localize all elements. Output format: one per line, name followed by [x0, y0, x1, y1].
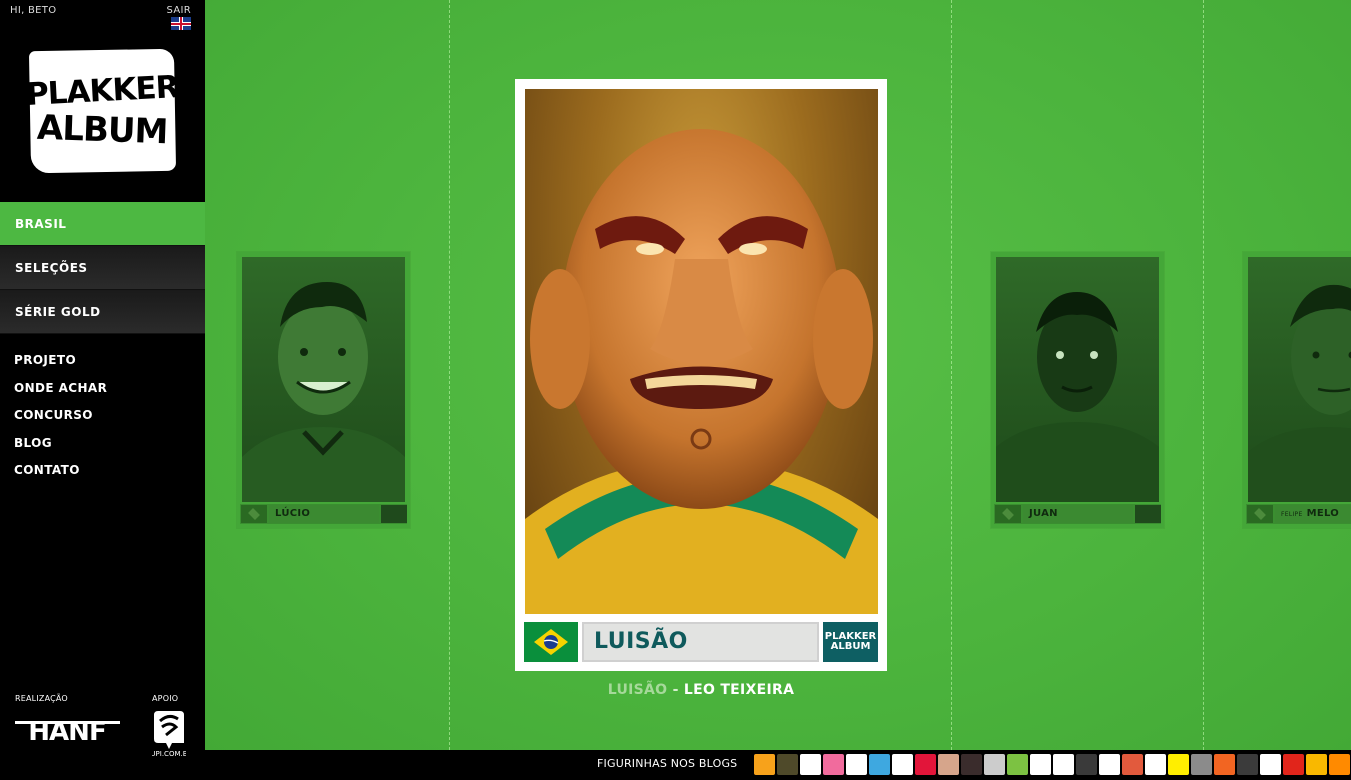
secondary-menu: PROJETO ONDE ACHAR CONCURSO BLOG CONTATO	[14, 353, 107, 491]
english-flag-icon[interactable]	[171, 17, 191, 30]
page-divider	[449, 0, 450, 750]
blog-link-icon[interactable]	[1145, 754, 1166, 775]
apoio-label: APOIO	[152, 694, 179, 703]
blog-link-icon[interactable]	[1122, 754, 1143, 775]
blogs-label: FIGURINHAS NOS BLOGS	[597, 757, 738, 770]
menu-link-blog[interactable]: BLOG	[14, 436, 107, 464]
plakker-album-logo[interactable]: PLAKKER ALBUM	[25, 48, 180, 174]
menu-link-concurso[interactable]: CONCURSO	[14, 408, 107, 436]
plakker-card-logo: PLAKKER ALBUM	[823, 622, 878, 662]
menu-item-serie-gold[interactable]: SÉRIE GOLD	[0, 290, 205, 334]
featured-caption: LUISÃO - LEO TEIXEIRA	[515, 682, 887, 698]
sticker-portrait	[1248, 257, 1351, 502]
svg-text:HANF: HANF	[28, 717, 105, 743]
sticker-name: LÚCIO	[269, 505, 379, 523]
sticker-prefix: FELIPE	[1281, 511, 1303, 518]
album-stage: LÚCIO LUISÃO PLAKKER ALBUM LUISÃO - LEO …	[205, 0, 1351, 750]
blog-link-icon[interactable]	[1306, 754, 1327, 775]
zupi-logo[interactable]: ZUPI.COM.BR	[152, 709, 186, 761]
blog-link-icon[interactable]	[1260, 754, 1281, 775]
featured-player-name: LUISÃO	[582, 622, 819, 662]
blog-link-icon[interactable]	[1237, 754, 1258, 775]
sticker-name: FELIPE MELO	[1275, 505, 1351, 523]
logo-line-2: ALBUM	[36, 107, 169, 152]
sticker-name: JUAN	[1023, 505, 1133, 523]
logout-link[interactable]: SAIR	[167, 5, 191, 16]
sticker-card-juan[interactable]: JUAN	[991, 252, 1164, 528]
blog-link-icon[interactable]	[938, 754, 959, 775]
blog-link-icon[interactable]	[846, 754, 867, 775]
brazil-flag-icon	[1247, 505, 1273, 523]
blog-link-icon[interactable]	[984, 754, 1005, 775]
blog-link-icon[interactable]	[915, 754, 936, 775]
caption-separator: -	[667, 682, 684, 698]
blog-link-icon[interactable]	[961, 754, 982, 775]
blog-link-icon[interactable]	[800, 754, 821, 775]
blogs-bar: FIGURINHAS NOS BLOGS	[205, 750, 1351, 780]
caption-player: LUISÃO	[607, 682, 668, 698]
featured-sticker-card[interactable]: LUISÃO PLAKKER ALBUM	[515, 79, 887, 671]
blog-link-icon[interactable]	[1053, 754, 1074, 775]
blog-link-icon[interactable]	[892, 754, 913, 775]
page-divider	[1203, 0, 1204, 750]
blog-link-icon[interactable]	[1168, 754, 1189, 775]
blog-link-icon[interactable]	[1191, 754, 1212, 775]
sticker-card-lucio[interactable]: LÚCIO	[237, 252, 410, 528]
user-greeting: HI, BETO	[10, 5, 57, 16]
menu-item-selecoes[interactable]: SELEÇÕES	[0, 246, 205, 290]
blog-link-icon[interactable]	[823, 754, 844, 775]
brazil-flag-icon	[241, 505, 267, 523]
blog-link-icon[interactable]	[1076, 754, 1097, 775]
caption-author: LEO TEIXEIRA	[683, 682, 795, 698]
sticker-portrait	[242, 257, 405, 502]
blog-link-icon[interactable]	[1329, 754, 1350, 775]
blog-link-icon[interactable]	[1007, 754, 1028, 775]
blog-link-icon[interactable]	[1283, 754, 1304, 775]
hanf-logo[interactable]: HANF	[15, 709, 120, 743]
brazil-flag-icon	[995, 505, 1021, 523]
blog-link-icon[interactable]	[869, 754, 890, 775]
realizacao-label: REALIZAÇÃO	[15, 694, 68, 703]
sticker-card-melo[interactable]: FELIPE MELO	[1243, 252, 1351, 528]
menu-link-projeto[interactable]: PROJETO	[14, 353, 107, 381]
page-divider	[951, 0, 952, 750]
blog-link-icon[interactable]	[1214, 754, 1235, 775]
menu-item-brasil[interactable]: BRASIL	[0, 202, 205, 246]
sticker-portrait	[996, 257, 1159, 502]
svg-text:ZUPI.COM.BR: ZUPI.COM.BR	[152, 750, 186, 758]
blog-link-icon[interactable]	[1030, 754, 1051, 775]
plakker-mini-logo-icon	[381, 505, 407, 523]
blog-link-icon[interactable]	[777, 754, 798, 775]
featured-portrait	[525, 89, 878, 614]
logo-line-1: PLAKKER	[25, 68, 180, 113]
blog-icon-list	[754, 754, 1350, 775]
menu-link-contato[interactable]: CONTATO	[14, 463, 107, 491]
brazil-flag-icon	[524, 622, 578, 662]
main-menu: BRASIL SELEÇÕES SÉRIE GOLD	[0, 202, 205, 334]
plakker-mini-logo-icon	[1135, 505, 1161, 523]
menu-link-onde-achar[interactable]: ONDE ACHAR	[14, 381, 107, 409]
sidebar: HI, BETO SAIR PLAKKER ALBUM BRASIL SELEÇ…	[0, 0, 205, 780]
blog-link-icon[interactable]	[754, 754, 775, 775]
blog-link-icon[interactable]	[1099, 754, 1120, 775]
